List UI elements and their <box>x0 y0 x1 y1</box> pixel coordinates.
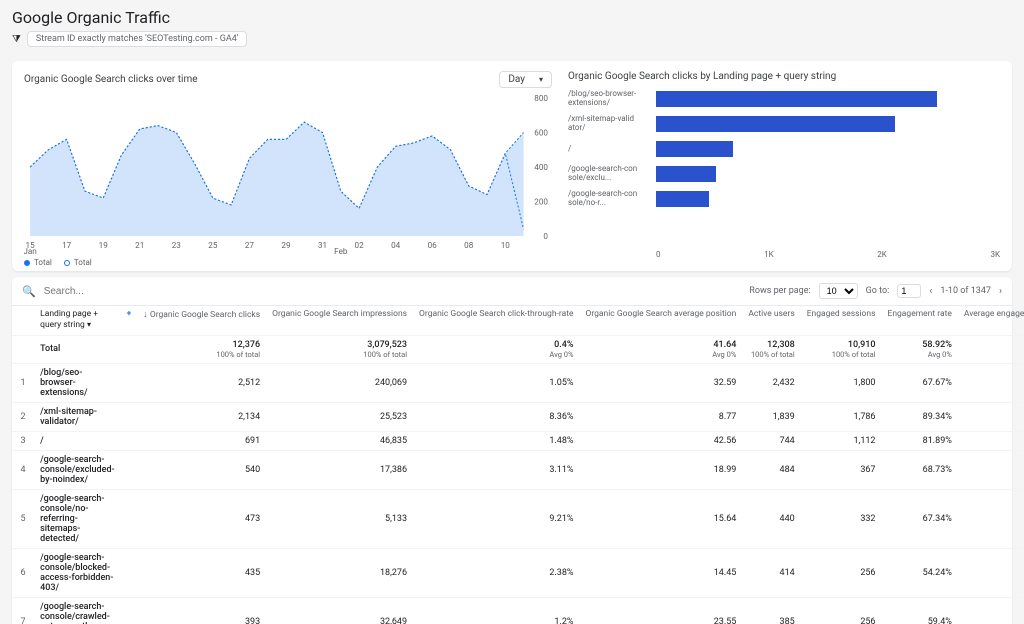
table-row[interactable]: 4/google-search-console/excluded-by-noin… <box>12 450 1024 489</box>
bar-label: / <box>568 145 656 154</box>
filter-chip-label: Stream ID exactly matches 'SEOTesting.co… <box>36 34 238 44</box>
goto-input[interactable] <box>897 284 921 298</box>
svg-text:200: 200 <box>534 198 548 207</box>
svg-text:02: 02 <box>355 241 365 250</box>
svg-text:31: 31 <box>318 241 327 250</box>
bar-chart: Organic Google Search clicks by Landing … <box>568 71 1000 267</box>
svg-text:Jan: Jan <box>24 247 37 254</box>
rows-per-page-select[interactable]: 10 <box>819 283 858 299</box>
col-group[interactable]: Landing page + query string ▾ <box>34 306 120 335</box>
search-icon: 🔍 <box>22 285 36 298</box>
table-total-row: Total12,376100% of total3,079,523100% of… <box>12 335 1024 363</box>
svg-text:0: 0 <box>543 232 548 241</box>
table-row[interactable]: 1/blog/seo-browser-extensions/2,512240,0… <box>12 363 1024 402</box>
goto-label: Go to: <box>866 286 890 296</box>
timeseries-chart: Organic Google Search clicks over time D… <box>24 71 552 267</box>
prev-page-icon[interactable]: ‹ <box>929 286 932 297</box>
rows-per-page-label: Rows per page: <box>749 286 810 296</box>
sort-desc-icon: ↓ <box>143 310 148 320</box>
svg-text:27: 27 <box>245 241 255 250</box>
svg-text:25: 25 <box>208 241 218 250</box>
granularity-label: Day <box>508 74 525 85</box>
row-path[interactable]: /google-search-console/no-referring-site… <box>34 489 120 548</box>
row-path[interactable]: /google-search-console/crawled-not-curre… <box>34 597 120 624</box>
svg-text:06: 06 <box>428 241 438 250</box>
charts-panel: Organic Google Search clicks over time D… <box>12 61 1012 271</box>
svg-text:04: 04 <box>391 241 401 250</box>
row-path[interactable]: /xml-sitemap-validator/ <box>34 402 120 431</box>
col-impr[interactable]: Organic Google Search impressions <box>266 306 413 335</box>
svg-text:400: 400 <box>534 163 548 172</box>
bar-label: /google-search-console/no-r... <box>568 190 656 208</box>
svg-text:19: 19 <box>99 241 108 250</box>
table-row[interactable]: 5/google-search-console/no-referring-sit… <box>12 489 1024 548</box>
svg-text:600: 600 <box>534 129 548 138</box>
filter-icon: ⧩ <box>12 34 21 45</box>
timeseries-legend: Total Total <box>24 258 552 267</box>
header: Google Organic Traffic ⧩ Stream ID exact… <box>0 0 1024 51</box>
row-path[interactable]: /google-search-console/blocked-access-fo… <box>34 548 120 597</box>
chevron-down-icon: ▾ <box>87 320 91 329</box>
col-ctr[interactable]: Organic Google Search click-through-rate <box>413 306 579 335</box>
bar-label: /blog/seo-browser-extensions/ <box>568 90 656 108</box>
bar-label: /xml-sitemap-validator/ <box>568 115 656 133</box>
col-clicks[interactable]: ↓ Organic Google Search clicks <box>137 306 266 335</box>
table-row[interactable]: 2/xml-sitemap-validator/2,13425,5238.36%… <box>12 402 1024 431</box>
bar-row[interactable]: /blog/seo-browser-extensions/ <box>568 88 992 110</box>
bar-chart-title: Organic Google Search clicks by Landing … <box>568 71 836 82</box>
search-input[interactable] <box>44 286 742 297</box>
table-row[interactable]: 3/69146,8351.48%42.567441,11281.89%3m 24… <box>12 431 1024 450</box>
svg-text:08: 08 <box>464 241 474 250</box>
table-row[interactable]: 7/google-search-console/crawled-not-curr… <box>12 597 1024 624</box>
col-users[interactable]: Active users <box>742 306 800 335</box>
bar-label: /google-search-console/exclu... <box>568 165 656 183</box>
bar-row[interactable]: / <box>568 138 992 160</box>
table-row[interactable]: 6/google-search-console/blocked-access-f… <box>12 548 1024 597</box>
row-path[interactable]: /blog/seo-browser-extensions/ <box>34 363 120 402</box>
legend-a: Total <box>34 258 52 267</box>
timeseries-title: Organic Google Search clicks over time <box>24 74 198 85</box>
bar-row[interactable]: /google-search-console/no-r... <box>568 188 992 210</box>
col-pos[interactable]: Organic Google Search average position <box>579 306 742 335</box>
page-title: Google Organic Traffic <box>12 8 1012 27</box>
next-page-icon[interactable]: › <box>999 286 1002 297</box>
svg-text:21: 21 <box>135 241 144 250</box>
col-sess[interactable]: Engaged sessions <box>801 306 882 335</box>
svg-text:10: 10 <box>501 241 511 250</box>
filter-chip[interactable]: Stream ID exactly matches 'SEOTesting.co… <box>27 31 247 47</box>
svg-text:Feb: Feb <box>334 247 348 254</box>
bar-row[interactable]: /xml-sitemap-validator/ <box>568 113 992 135</box>
bar-row[interactable]: /google-search-console/exclu... <box>568 163 992 185</box>
data-table: 🔍 Rows per page: 10 Go to: ‹ 1-10 of 134… <box>12 277 1012 624</box>
svg-text:17: 17 <box>62 241 72 250</box>
row-path[interactable]: / <box>34 431 120 450</box>
chevron-down-icon: ▾ <box>539 75 543 84</box>
row-path[interactable]: /google-search-console/excluded-by-noind… <box>34 450 120 489</box>
svg-text:800: 800 <box>534 94 548 103</box>
granularity-select[interactable]: Day ▾ <box>499 71 552 88</box>
legend-b: Total <box>74 258 92 267</box>
svg-text:29: 29 <box>281 241 290 250</box>
col-time[interactable]: Average engagement time per active user <box>958 306 1024 335</box>
table-header-row: Landing page + query string ▾ + ↓ Organi… <box>12 306 1024 335</box>
page-range: 1-10 of 1347 <box>940 286 991 296</box>
pager: Rows per page: 10 Go to: ‹ 1-10 of 1347 … <box>749 283 1002 299</box>
total-label: Total <box>34 335 120 363</box>
svg-text:23: 23 <box>172 241 181 250</box>
add-column-button[interactable]: + <box>121 306 138 335</box>
col-eng[interactable]: Engagement rate <box>882 306 958 335</box>
